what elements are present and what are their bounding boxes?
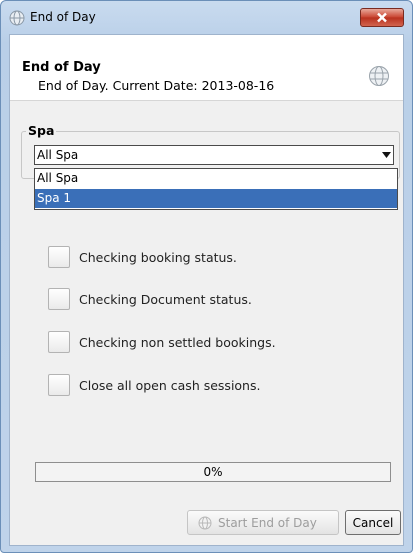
spa-option-selected[interactable]: Spa 1: [35, 189, 397, 208]
check-label: Checking booking status.: [79, 250, 237, 265]
check-label: Close all open cash sessions.: [79, 378, 261, 393]
close-button[interactable]: [360, 8, 404, 27]
check-non-settled-bookings[interactable]: Checking non settled bookings.: [48, 331, 388, 355]
dialog-body: End of Day End of Day. Current Date: 201…: [9, 34, 404, 546]
check-close-cash-sessions[interactable]: Close all open cash sessions.: [48, 374, 388, 398]
globe-icon: [369, 66, 389, 86]
cancel-button-label: Cancel: [352, 516, 394, 530]
globe-icon: [198, 516, 212, 530]
chevron-down-icon[interactable]: [382, 152, 391, 158]
header-panel: End of Day End of Day. Current Date: 201…: [10, 35, 403, 101]
checkbox[interactable]: [48, 374, 70, 396]
spa-group-label: Spa: [26, 123, 57, 138]
spa-select[interactable]: All Spa: [34, 145, 394, 165]
end-of-day-window: End of Day End of Day End of Day. Curren…: [0, 0, 413, 553]
check-booking-status[interactable]: Checking booking status.: [48, 246, 388, 270]
start-end-of-day-button[interactable]: Start End of Day: [187, 510, 339, 535]
progress-bar: 0%: [35, 462, 391, 482]
globe-icon: [9, 10, 25, 26]
header-subtitle: End of Day. Current Date: 2013-08-16: [38, 78, 275, 93]
check-document-status[interactable]: Checking Document status.: [48, 288, 388, 312]
checkbox[interactable]: [48, 331, 70, 353]
cancel-button[interactable]: Cancel: [345, 510, 401, 535]
header-title: End of Day: [22, 60, 101, 75]
progress-label: 0%: [203, 465, 223, 479]
checkbox[interactable]: [48, 246, 70, 268]
start-button-label: Start End of Day: [218, 516, 317, 530]
window-title: End of Day: [30, 10, 96, 24]
check-label: Checking Document status.: [79, 292, 252, 307]
checkbox[interactable]: [48, 288, 70, 310]
check-label: Checking non settled bookings.: [79, 335, 276, 350]
close-icon: [377, 12, 387, 23]
spa-select-value: All Spa: [37, 148, 79, 162]
spa-dropdown-list: All Spa Spa 1: [34, 168, 398, 210]
title-bar[interactable]: End of Day: [1, 1, 412, 34]
spa-option[interactable]: All Spa: [35, 169, 397, 188]
